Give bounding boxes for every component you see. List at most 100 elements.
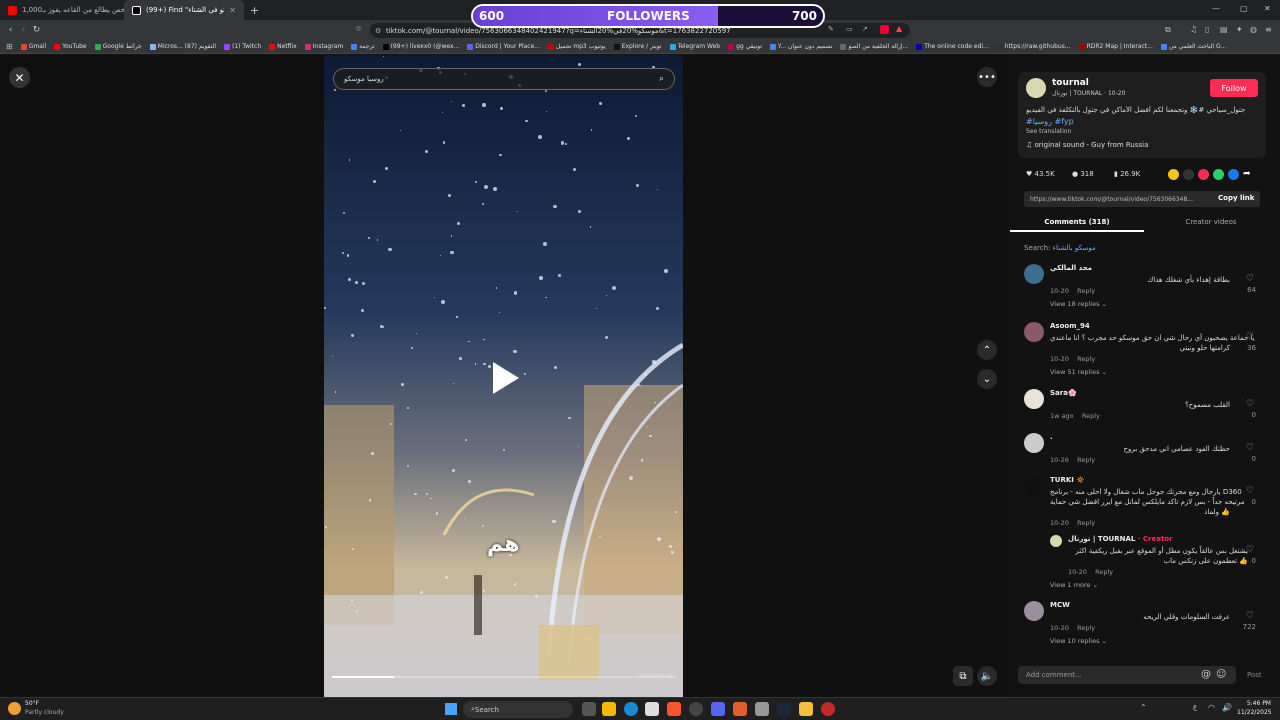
reload-icon[interactable]: ↻: [30, 25, 43, 35]
bookmark-item[interactable]: الباحث العلمي من G...: [1157, 43, 1230, 50]
wallet-icon[interactable]: ▤: [1220, 25, 1228, 34]
bookmark-item[interactable]: Gmail: [17, 43, 51, 50]
post-button[interactable]: Post: [1247, 671, 1262, 679]
video-progress-bar[interactable]: [332, 676, 676, 678]
back-icon[interactable]: ‹: [4, 25, 17, 35]
maximize-icon[interactable]: ▢: [1240, 4, 1248, 13]
language-indicator[interactable]: ع: [1193, 703, 1197, 711]
comment-avatar[interactable]: [1024, 264, 1044, 284]
close-video-button[interactable]: ✕: [9, 67, 30, 88]
comment-like-icon[interactable]: ♡: [1246, 545, 1254, 555]
play-icon[interactable]: [493, 362, 519, 394]
embed-icon[interactable]: [1183, 169, 1194, 180]
bookmark-star-icon[interactable]: ☆: [355, 24, 362, 33]
search-term[interactable]: موسكو بالشتاء: [1053, 244, 1096, 252]
bookmark-item[interactable]: ترجمة: [347, 43, 378, 50]
sidebar-icon[interactable]: ▯: [1205, 25, 1209, 34]
comment-author[interactable]: .: [1050, 433, 1053, 441]
tab-comments[interactable]: Comments (318): [1010, 212, 1144, 232]
comment-avatar[interactable]: [1024, 322, 1044, 342]
view-replies-button[interactable]: View 10 replies ⌄: [1050, 637, 1107, 645]
bookmark-item[interactable]: Explore / تويتر: [610, 43, 666, 50]
bookmark-item[interactable]: Y... تصميم دون عنوان: [766, 43, 837, 50]
tray-chevron-icon[interactable]: ⌃: [1140, 703, 1147, 712]
start-icon[interactable]: [445, 703, 457, 715]
view-replies-button[interactable]: View 18 replies ⌄: [1050, 300, 1107, 308]
share-icon[interactable]: ↗: [862, 25, 868, 33]
notepad-icon[interactable]: [755, 702, 769, 716]
taskbar-search[interactable]: ⌕ Search: [463, 701, 573, 718]
bookmark-item[interactable]: Instagram: [301, 43, 348, 50]
comment-search-row[interactable]: Search: موسكو بالشتاء: [1024, 244, 1096, 252]
follow-button[interactable]: Follow: [1210, 79, 1258, 97]
reply-button[interactable]: Reply: [1077, 287, 1095, 295]
ai-icon[interactable]: ✦: [1236, 25, 1243, 34]
bookmark-item[interactable]: (99+) livexx0 (@wex...: [379, 43, 464, 50]
comment-avatar[interactable]: [1050, 535, 1062, 547]
discord-icon[interactable]: [711, 702, 725, 716]
comment-avatar[interactable]: [1024, 433, 1044, 453]
vpn-icon[interactable]: ◍: [1250, 25, 1257, 34]
close-tab-icon[interactable]: ✕: [229, 6, 236, 15]
bookmark-item[interactable]: The online code edi...: [912, 43, 993, 50]
bookmark-item[interactable]: Google خرائط: [91, 43, 146, 50]
like-button[interactable]: ♥ 43.5K: [1026, 170, 1055, 178]
translate-icon[interactable]: ✎: [828, 25, 834, 33]
comment-avatar[interactable]: [1024, 476, 1044, 496]
reply-button[interactable]: Reply: [1082, 412, 1100, 420]
new-tab-button[interactable]: +: [250, 4, 259, 17]
comment-avatar[interactable]: [1024, 389, 1044, 409]
comment-author[interactable]: Asoom_94: [1050, 322, 1090, 330]
reply-button[interactable]: Reply: [1077, 355, 1095, 363]
file-explorer-icon[interactable]: [602, 702, 616, 716]
author-avatar[interactable]: [1026, 78, 1046, 98]
bookmark-item[interactable]: Telegram Web: [666, 43, 724, 50]
next-video-icon[interactable]: ⌄: [977, 369, 997, 389]
music-icon[interactable]: ♫: [1190, 25, 1197, 34]
video-hashtags[interactable]: #روسيا #fyp: [1026, 117, 1074, 126]
author-name[interactable]: tournal: [1052, 78, 1089, 88]
comment-avatar[interactable]: [1024, 601, 1044, 621]
apps-grid-icon[interactable]: ⊞: [6, 42, 13, 51]
comment-like-icon[interactable]: ♡: [1246, 443, 1254, 453]
reply-button[interactable]: Reply: [1077, 519, 1095, 527]
browser-tab-active[interactable]: (99+) Find "موسكو في الشتاء" on ... ✕: [124, 0, 244, 20]
store-icon[interactable]: [645, 702, 659, 716]
app-icon[interactable]: [733, 702, 747, 716]
bookmark-item[interactable]: تحميل mp3 يوتيوب: [544, 43, 610, 50]
share-arrow-icon[interactable]: ➦: [1243, 169, 1251, 180]
mention-icon[interactable]: @: [1201, 669, 1211, 680]
sound-row[interactable]: ♫ original sound - Guy from Russia: [1026, 141, 1148, 149]
save-button[interactable]: ▮ 26.9K: [1114, 170, 1140, 178]
alert-icon[interactable]: ▲: [896, 24, 902, 33]
bookmark-item[interactable]: Micros... التقويم (87): [146, 43, 220, 50]
view-replies-button[interactable]: View 1 more ⌄: [1050, 581, 1098, 589]
send-icon[interactable]: [1198, 169, 1209, 180]
comment-like-icon[interactable]: ♡: [1246, 486, 1254, 496]
comment-like-icon[interactable]: ♡: [1246, 332, 1254, 342]
extensions-icon[interactable]: ⧉: [1165, 25, 1171, 35]
bookmark-item[interactable]: https://raw.githubus...: [993, 43, 1075, 50]
menu-icon[interactable]: ≡: [1265, 25, 1272, 34]
comment-button[interactable]: ● 318: [1072, 170, 1094, 178]
more-options-icon[interactable]: •••: [977, 67, 997, 87]
comment-author[interactable]: MCW: [1050, 601, 1070, 609]
site-info-icon[interactable]: ⚙: [375, 27, 381, 35]
emoji-icon[interactable]: ☺: [1216, 669, 1226, 680]
bookmark-item[interactable]: (1) Twitch: [220, 43, 265, 50]
comment-author[interactable]: تورنال | TOURNAL · Creator: [1068, 535, 1173, 543]
volume-icon[interactable]: 🔊: [1222, 703, 1232, 712]
minimize-icon[interactable]: —: [1212, 4, 1220, 13]
bookmark-item[interactable]: إزالة الخلفية من الصو...: [836, 43, 912, 50]
tab-creator-videos[interactable]: Creator videos: [1144, 212, 1278, 232]
comment-author[interactable]: TURKI 🔅: [1050, 476, 1085, 484]
browser-tab[interactable]: اكثر شخص يطالع من القاعه يفوز بـ1,000$ .…: [0, 0, 124, 20]
video-search-bar[interactable]: روسيا موسكو ⌕: [333, 68, 675, 90]
comment-like-icon[interactable]: ♡: [1246, 399, 1254, 409]
facebook-icon[interactable]: [1228, 169, 1239, 180]
reply-button[interactable]: Reply: [1095, 568, 1113, 576]
previous-video-icon[interactable]: ⌃: [977, 340, 997, 360]
whatsapp-icon[interactable]: [1213, 169, 1224, 180]
see-translation-link[interactable]: See translation: [1026, 128, 1071, 135]
edge-icon[interactable]: [624, 702, 638, 716]
